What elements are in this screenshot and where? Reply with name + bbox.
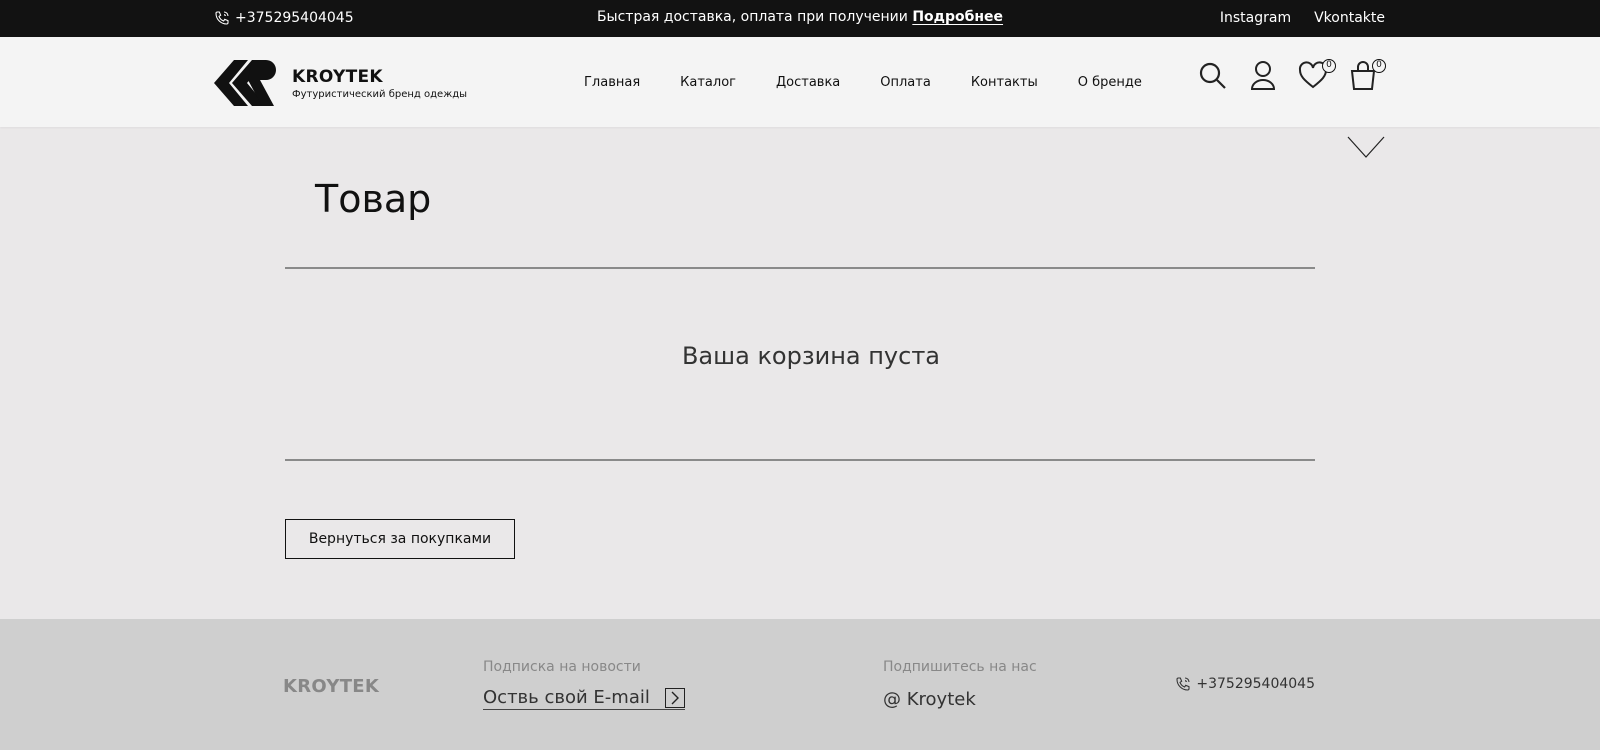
logo-mark-icon [214, 60, 276, 106]
chevron-right-icon [671, 691, 679, 704]
divider-top [285, 267, 1315, 269]
brand-tagline: Футуристический бренд одежды [292, 88, 468, 100]
wishlist-button[interactable]: 0 [1298, 59, 1336, 93]
site-header: KROYTEK Футуристический бренд одежды Гла… [0, 37, 1600, 158]
divider-bottom [285, 459, 1315, 461]
instagram-link[interactable]: Instagram [1220, 10, 1291, 26]
page-title: Товар [315, 177, 432, 221]
social-links: Instagram Vkontakte [1220, 10, 1385, 26]
subscribe-label: Подписка на новости [483, 659, 641, 675]
nav-catalog[interactable]: Каталог [680, 75, 736, 90]
email-placeholder: Оствь свой E-mail [483, 687, 650, 708]
continue-shopping-button[interactable]: Вернуться за покупками [285, 519, 515, 559]
search-icon [1199, 62, 1226, 89]
nav-about[interactable]: О бренде [1078, 75, 1142, 90]
nav-payment[interactable]: Оплата [880, 75, 931, 90]
nav-contacts[interactable]: Контакты [971, 75, 1038, 90]
footer-brand[interactable]: KROYTEK [283, 676, 379, 697]
subscribe-submit-button[interactable] [665, 687, 685, 708]
account-button[interactable] [1248, 59, 1278, 93]
phone-icon [1176, 677, 1190, 691]
logo[interactable]: KROYTEK Футуристический бренд одежды [214, 60, 467, 106]
cart-count-badge: 0 [1372, 59, 1386, 73]
follow-label: Подпишитесь на нас [883, 659, 1037, 675]
nav-home[interactable]: Главная [584, 75, 640, 90]
top-bar: +375295404045 Быстрая доставка, оплата п… [0, 0, 1600, 37]
cart-button[interactable]: 0 [1348, 59, 1386, 93]
header-actions: 0 0 [1198, 59, 1386, 93]
user-icon [1250, 61, 1276, 90]
cart-page: Товар Ваша корзина пуста Вернуться за по… [0, 127, 1600, 619]
follow-handle-link[interactable]: @ Kroytek [883, 689, 976, 710]
nav-delivery[interactable]: Доставка [776, 75, 840, 90]
promo-more-link[interactable]: Подробнее [912, 9, 1003, 25]
footer-phone-number: +375295404045 [1196, 676, 1315, 692]
vkontakte-link[interactable]: Vkontakte [1314, 10, 1385, 26]
wishlist-count-badge: 0 [1322, 59, 1336, 73]
footer-phone[interactable]: +375295404045 [1175, 676, 1315, 692]
email-subscribe-field[interactable]: Оствь свой E-mail [483, 687, 685, 710]
brand-name: KROYTEK [292, 66, 383, 87]
main-nav: Главная Каталог Доставка Оплата Контакты… [584, 75, 1182, 90]
empty-cart-message: Ваша корзина пуста [681, 342, 941, 370]
promo-text: Быстрая доставка, оплата при получении [596, 9, 908, 25]
search-button[interactable] [1198, 59, 1228, 93]
site-footer: KROYTEK Подписка на новости Оствь свой E… [0, 619, 1600, 750]
